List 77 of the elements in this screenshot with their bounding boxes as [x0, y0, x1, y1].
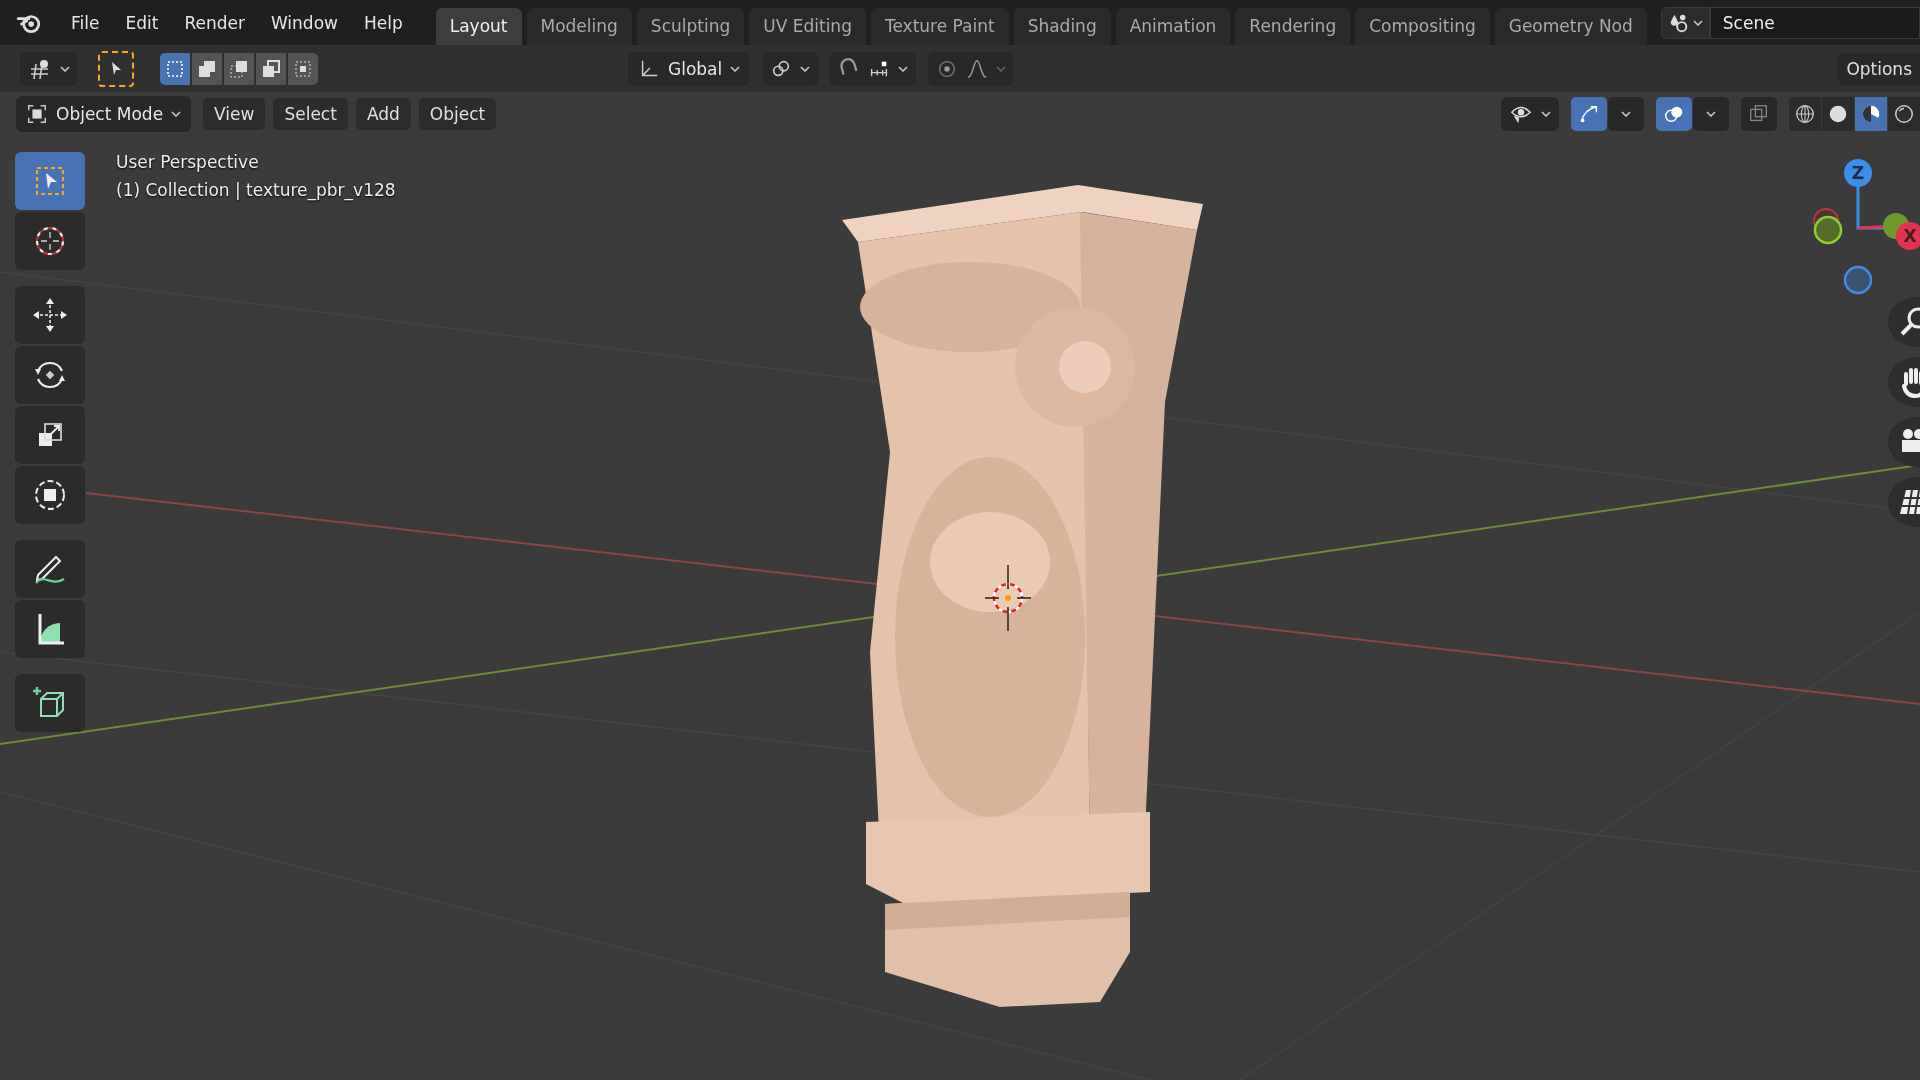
- negative-axis-handle[interactable]: [1813, 208, 1843, 245]
- toggle-dropdown[interactable]: [1693, 96, 1729, 131]
- toggle-dropdown[interactable]: [1608, 96, 1644, 131]
- select-mode-icon: [229, 58, 249, 79]
- caret-icon: [996, 65, 1007, 72]
- select-mode-icon: [293, 58, 313, 79]
- workspace-tab[interactable]: Layout: [435, 8, 522, 45]
- editor-type-button[interactable]: [20, 51, 78, 86]
- viewport-menu[interactable]: View: [203, 97, 266, 130]
- pivot-dropdown[interactable]: [762, 51, 819, 86]
- viewport-menu[interactable]: Select: [273, 97, 348, 130]
- select-mode-icon: [261, 58, 281, 79]
- object-info: (1) Collection | texture_pbr_v128: [116, 180, 396, 200]
- tool-button[interactable]: [15, 406, 85, 464]
- caret-icon: [1706, 110, 1716, 117]
- workspace-tab[interactable]: Shading: [1013, 8, 1111, 45]
- workspace-tab[interactable]: Texture Paint: [870, 8, 1009, 45]
- shading-mode-button[interactable]: [1855, 96, 1887, 131]
- visibility-dropdown[interactable]: [1501, 96, 1559, 131]
- proportional-edit-button[interactable]: [928, 51, 1015, 86]
- view-name: User Perspective: [116, 152, 260, 172]
- overlays-toggle[interactable]: [1656, 96, 1692, 131]
- select-mode-icon: [165, 58, 185, 79]
- caret-icon: [800, 65, 811, 72]
- mode-dropdown[interactable]: Object Mode: [16, 95, 192, 132]
- workspace-tab[interactable]: Compositing: [1355, 8, 1490, 45]
- caret-icon: [171, 110, 182, 117]
- viewport-menu[interactable]: Object: [418, 97, 497, 130]
- 3d-cursor-icon: [983, 563, 1033, 633]
- negative-axis-handle[interactable]: [1843, 265, 1873, 295]
- sphere-icon: [1893, 102, 1915, 125]
- active-tool-button[interactable]: [98, 50, 134, 87]
- caret-icon: [1692, 19, 1703, 26]
- tool-button[interactable]: [15, 600, 85, 658]
- workspace-tab[interactable]: Modeling: [526, 8, 632, 45]
- gizmos-toggle[interactable]: [1571, 96, 1607, 131]
- falloff-curve-icon: [966, 57, 989, 80]
- scene-selector[interactable]: [1660, 6, 1710, 39]
- tool-button[interactable]: [15, 286, 85, 344]
- options-button[interactable]: Options: [1838, 52, 1920, 85]
- z-axis-handle[interactable]: Z: [1844, 159, 1872, 187]
- workspace-tab[interactable]: Rendering: [1235, 8, 1351, 45]
- tool-button[interactable]: [15, 212, 85, 270]
- select-mode-button[interactable]: [224, 52, 254, 85]
- menu-item[interactable]: Render: [171, 12, 258, 33]
- menu-item[interactable]: Help: [350, 12, 416, 33]
- shading-mode-button[interactable]: [1822, 96, 1854, 131]
- caret-icon: [60, 65, 70, 72]
- caret-icon: [730, 65, 741, 72]
- menu-item[interactable]: File: [58, 12, 113, 33]
- shading-mode-button[interactable]: [1789, 96, 1821, 131]
- orientation-dropdown[interactable]: Global: [628, 51, 751, 86]
- workspace-tab[interactable]: Sculpting: [636, 8, 745, 45]
- viewport-menu[interactable]: Add: [355, 97, 411, 130]
- caret-icon: [898, 65, 909, 72]
- xray-toggle[interactable]: [1741, 96, 1777, 131]
- caret-icon: [1541, 110, 1551, 117]
- tool-button[interactable]: [15, 346, 85, 404]
- globe-icon: [1794, 102, 1816, 125]
- select-mode-button[interactable]: [256, 52, 286, 85]
- snap-dropdown[interactable]: [830, 51, 917, 86]
- object-mode-icon: [26, 102, 48, 125]
- scene-name-field[interactable]: Scene: [1709, 6, 1920, 39]
- select-mode-icon: [197, 58, 217, 79]
- select-mode-button[interactable]: [288, 52, 318, 85]
- tool-button[interactable]: [15, 466, 85, 524]
- menu-item[interactable]: Window: [257, 12, 351, 33]
- workspace-tab[interactable]: Geometry Nod: [1494, 8, 1647, 45]
- tool-button[interactable]: [15, 540, 85, 598]
- caret-icon: [1621, 110, 1631, 117]
- select-mode-button[interactable]: [192, 52, 222, 85]
- workspace-tab[interactable]: Animation: [1115, 8, 1231, 45]
- menu-item[interactable]: Edit: [112, 12, 172, 33]
- shading-mode-button[interactable]: [1888, 96, 1920, 131]
- workspace-tab[interactable]: UV Editing: [749, 8, 866, 45]
- tool-button[interactable]: [15, 674, 85, 732]
- select-mode-button[interactable]: [160, 52, 190, 85]
